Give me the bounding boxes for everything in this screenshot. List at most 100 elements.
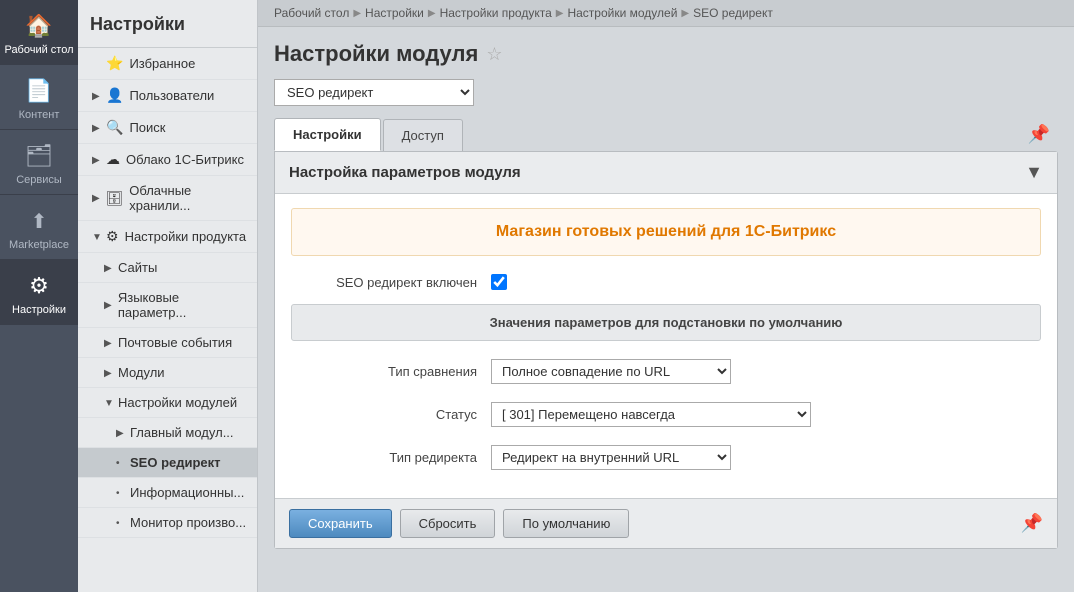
status-select[interactable]: [ 301] Перемещено навсегда[ 302] Временн… — [491, 402, 811, 427]
favorite-star-icon[interactable]: ☆ — [486, 44, 502, 65]
sidebar-item-services-label: Сервисы — [16, 174, 62, 186]
sidebar-item-content-label: Контент — [19, 109, 60, 121]
status-control: [ 301] Перемещено навсегда[ 302] Временн… — [491, 402, 811, 427]
sidebar-item-product-settings[interactable]: ▼ ⚙ Настройки продукта — [78, 221, 257, 253]
comparison-type-row: Тип сравнения Полное совпадение по URLЧа… — [291, 355, 1041, 388]
sidebar-item-marketplace-label: Marketplace — [9, 239, 69, 251]
breadcrumb-current: SEO редирект — [693, 6, 773, 20]
sidebar-item-desktop-label: Рабочий стол — [4, 44, 73, 56]
sidebar-item-modules[interactable]: ▶ Модули — [78, 358, 257, 388]
save-button[interactable]: Сохранить — [289, 509, 392, 538]
sidebar-item-lang[interactable]: ▶ Языковые параметр... — [78, 283, 257, 328]
bullet-icon: • — [116, 458, 126, 468]
sidebar-item-monitor-label: Монитор произво... — [130, 515, 246, 530]
bullet-icon: • — [116, 518, 126, 528]
defaults-label: Значения параметров для подстановки по у… — [490, 315, 843, 330]
user-icon: 👤 — [106, 87, 123, 104]
button-row: Сохранить Сбросить По умолчанию 📌 — [275, 498, 1057, 548]
sidebar-item-lang-label: Языковые параметр... — [118, 290, 249, 320]
tab-access[interactable]: Доступ — [383, 119, 463, 151]
sidebar-item-modules-label: Модули — [118, 365, 165, 380]
arrow-icon: ▶ — [104, 263, 114, 273]
sidebar-item-module-settings[interactable]: ▼ Настройки модулей — [78, 388, 257, 418]
module-select[interactable]: SEO редирект — [274, 79, 474, 106]
breadcrumb-product-settings[interactable]: Настройки продукта — [440, 6, 552, 20]
seo-enabled-checkbox[interactable] — [491, 274, 507, 290]
redirect-type-select[interactable]: Редирект на внутренний URLРедирект на вн… — [491, 445, 731, 470]
panel-title: Настройка параметров модуля — [289, 164, 521, 181]
settings-panel: Настройка параметров модуля ▼ Магазин го… — [274, 151, 1058, 549]
breadcrumb-module-settings[interactable]: Настройки модулей — [567, 6, 677, 20]
marketplace-icon: ⬆ — [25, 207, 53, 235]
marketplace-banner-text: Магазин готовых решений для 1С-Битрикс — [496, 223, 836, 240]
arrow-icon: ▶ — [104, 368, 114, 378]
breadcrumb-settings[interactable]: Настройки — [365, 6, 424, 20]
sidebar-item-desktop[interactable]: 🏠 Рабочий стол — [0, 0, 78, 65]
sidebar-item-main-module[interactable]: ▶ Главный модул... — [78, 418, 257, 448]
breadcrumb: Рабочий стол ▶ Настройки ▶ Настройки про… — [258, 0, 1074, 27]
tabs-row: Настройки Доступ 📌 — [274, 118, 1058, 151]
sidebar-item-module-settings-label: Настройки модулей — [118, 395, 237, 410]
sidebar-item-search[interactable]: ▶ 🔍 Поиск — [78, 112, 257, 144]
default-button[interactable]: По умолчанию — [503, 509, 629, 538]
seo-enabled-label: SEO редирект включен — [291, 275, 491, 290]
redirect-type-control: Редирект на внутренний URLРедирект на вн… — [491, 445, 731, 470]
seo-enabled-control — [491, 274, 507, 290]
icon-sidebar: 🏠 Рабочий стол 📄 Контент 🗂 Сервисы ⬆ Mar… — [0, 0, 78, 592]
marketplace-banner[interactable]: Магазин готовых решений для 1С-Битрикс — [291, 208, 1041, 256]
arrow-down-icon: ▼ — [92, 232, 102, 242]
sidebar-item-product-settings-label: Настройки продукта — [125, 229, 247, 244]
comparison-type-control: Полное совпадение по URLЧастичное совпад… — [491, 359, 731, 384]
arrow-down-icon: ▼ — [104, 398, 114, 408]
content-icon: 📄 — [25, 77, 53, 105]
button-pin-icon[interactable]: 📌 — [1021, 513, 1043, 534]
sidebar-item-sites-label: Сайты — [118, 260, 157, 275]
sidebar-item-cloud-storage-label: Облачные хранили... — [129, 183, 249, 213]
sidebar-item-marketplace[interactable]: ⬆ Marketplace — [0, 195, 78, 260]
sidebar-item-favorites-label: Избранное — [129, 56, 195, 71]
sidebar-item-content[interactable]: 📄 Контент — [0, 65, 78, 130]
collapse-icon[interactable]: ▼ — [1025, 162, 1043, 183]
arrow-icon: ▶ — [116, 428, 126, 438]
nav-sidebar: Настройки ⭐ Избранное ▶ 👤 Пользователи ▶… — [78, 0, 258, 592]
defaults-section: Значения параметров для подстановки по у… — [291, 304, 1041, 341]
sidebar-item-users-label: Пользователи — [129, 88, 214, 103]
storage-icon: 🗄 — [105, 190, 123, 207]
sidebar-item-favorites[interactable]: ⭐ Избранное — [78, 48, 257, 80]
redirect-type-row: Тип редиректа Редирект на внутренний URL… — [291, 441, 1041, 474]
page-header: Настройки модуля ☆ — [274, 41, 1058, 67]
arrow-icon: ▶ — [104, 338, 114, 348]
sidebar-item-sites[interactable]: ▶ Сайты — [78, 253, 257, 283]
nav-sidebar-title: Настройки — [78, 0, 257, 48]
gear-icon: ⚙ — [106, 228, 119, 245]
arrow-icon: ▶ — [92, 91, 102, 101]
sidebar-item-informational-label: Информационны... — [130, 485, 244, 500]
main-content: Рабочий стол ▶ Настройки ▶ Настройки про… — [258, 0, 1074, 592]
home-icon: 🏠 — [25, 12, 53, 40]
breadcrumb-desktop[interactable]: Рабочий стол — [274, 6, 349, 20]
sidebar-item-settings[interactable]: ⚙ Настройки — [0, 260, 78, 325]
sidebar-item-mail-label: Почтовые события — [118, 335, 232, 350]
content-area: Настройки модуля ☆ SEO редирект Настройк… — [258, 27, 1074, 592]
arrow-icon: ▶ — [104, 300, 114, 310]
sidebar-item-monitor[interactable]: • Монитор произво... — [78, 508, 257, 538]
sidebar-item-seo-redirect[interactable]: • SEO редирект — [78, 448, 257, 478]
sep-icon: ▶ — [353, 8, 361, 19]
tab-pin-icon[interactable]: 📌 — [1020, 120, 1058, 149]
sidebar-item-informational[interactable]: • Информационны... — [78, 478, 257, 508]
status-label: Статус — [291, 407, 491, 422]
sidebar-item-seo-redirect-label: SEO редирект — [130, 455, 221, 470]
sidebar-item-settings-label: Настройки — [12, 304, 66, 316]
sidebar-item-users[interactable]: ▶ 👤 Пользователи — [78, 80, 257, 112]
tab-settings[interactable]: Настройки — [274, 118, 381, 151]
sidebar-item-services[interactable]: 🗂 Сервисы — [0, 130, 78, 195]
reset-button[interactable]: Сбросить — [400, 509, 496, 538]
comparison-type-select[interactable]: Полное совпадение по URLЧастичное совпад… — [491, 359, 731, 384]
panel-header: Настройка параметров модуля ▼ — [275, 152, 1057, 194]
sidebar-item-mail[interactable]: ▶ Почтовые события — [78, 328, 257, 358]
sidebar-item-cloud1c-label: Облако 1С-Битрикс — [126, 152, 244, 167]
sidebar-item-cloud-storage[interactable]: ▶ 🗄 Облачные хранили... — [78, 176, 257, 221]
arrow-icon: ▶ — [92, 123, 102, 133]
sidebar-item-cloud1c[interactable]: ▶ ☁ Облако 1С-Битрикс — [78, 144, 257, 176]
panel-body: Магазин готовых решений для 1С-Битрикс S… — [275, 194, 1057, 498]
